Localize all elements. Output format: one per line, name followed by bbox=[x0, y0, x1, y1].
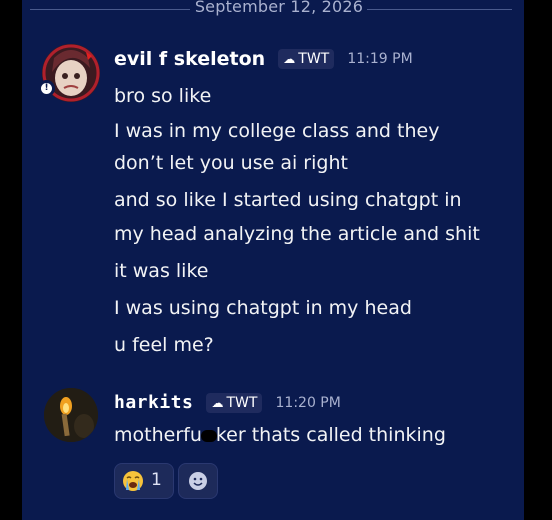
message-line: and so like I started using chatgpt in bbox=[114, 189, 462, 211]
message-text-part: motherfu bbox=[114, 424, 202, 446]
avatar-torch-image bbox=[44, 388, 98, 442]
loudly-crying-face-icon bbox=[123, 471, 143, 491]
avatar[interactable] bbox=[44, 388, 98, 442]
message-line: it was like bbox=[114, 260, 209, 282]
message-line: u feel me? bbox=[114, 334, 214, 356]
message-line: my head analyzing the article and shit bbox=[114, 223, 480, 245]
date-label: September 12, 2026 bbox=[194, 0, 364, 16]
message-line: I was using chatgpt in my head bbox=[114, 297, 412, 319]
add-reaction-icon bbox=[189, 472, 207, 490]
message-line: bro so like bbox=[114, 85, 212, 107]
message-text-part: ker thats called thinking bbox=[215, 424, 446, 446]
censor-bar bbox=[200, 429, 217, 442]
reaction-crying[interactable]: 1 bbox=[114, 463, 174, 499]
username[interactable]: harkits bbox=[114, 392, 193, 413]
message-line: I was in my college class and they bbox=[114, 120, 440, 142]
add-reaction-button[interactable] bbox=[178, 463, 218, 499]
date-divider: September 12, 2026 bbox=[22, 0, 524, 20]
status-indicator: ! bbox=[38, 80, 55, 97]
message-line: motherfu ker thats called thinking bbox=[114, 423, 446, 447]
message-line: don’t let you use ai right bbox=[114, 152, 348, 174]
guild-tag-icon: ☁ bbox=[283, 52, 296, 66]
message-header: harkits ☁ TWT 11:20 PM bbox=[114, 392, 341, 418]
server-tag[interactable]: ☁ TWT bbox=[206, 392, 263, 413]
server-tag-label: TWT bbox=[226, 394, 258, 411]
divider-line-right bbox=[367, 9, 512, 10]
server-tag[interactable]: ☁ TWT bbox=[278, 49, 335, 69]
exclamation-icon: ! bbox=[41, 83, 52, 94]
chat-panel: September 12, 2026 ! evil f skeleton ☁ TW… bbox=[22, 0, 524, 520]
message-header: evil f skeleton ☁ TWT 11:19 PM bbox=[114, 48, 413, 74]
username[interactable]: evil f skeleton bbox=[114, 48, 265, 70]
timestamp: 11:20 PM bbox=[275, 394, 341, 411]
divider-line-left bbox=[30, 9, 190, 10]
server-tag-label: TWT bbox=[298, 51, 330, 67]
guild-tag-icon: ☁ bbox=[211, 395, 224, 410]
timestamp: 11:19 PM bbox=[347, 51, 413, 67]
reaction-count: 1 bbox=[151, 470, 162, 490]
